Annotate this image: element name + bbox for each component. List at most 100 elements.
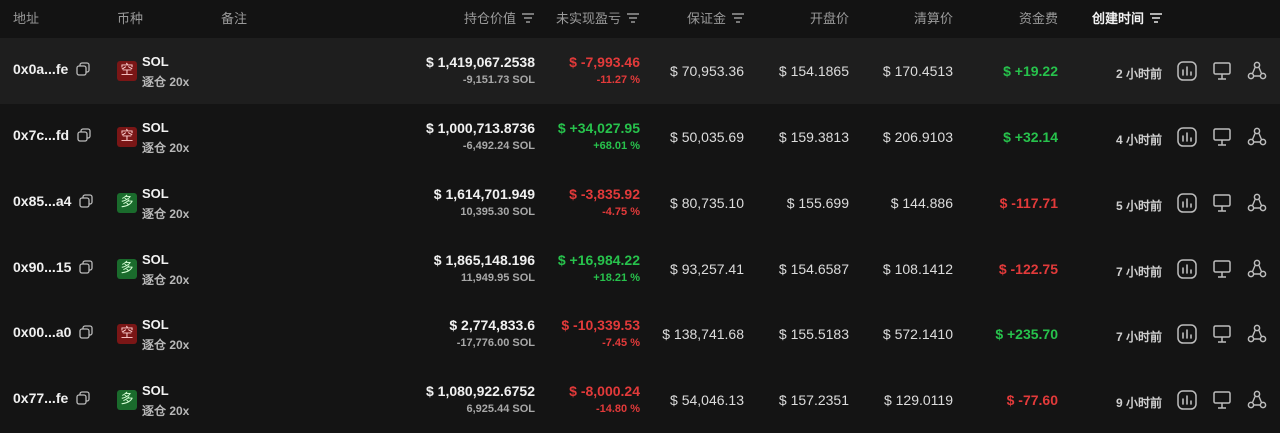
position-size: 10,395.30 SOL xyxy=(460,206,535,218)
position-value: $ 1,080,922.6752 xyxy=(426,383,535,399)
address-cell[interactable]: 0x7c...fd xyxy=(13,127,91,143)
chart-icon[interactable] xyxy=(1176,323,1198,345)
entry-price: $ 154.6587 xyxy=(778,261,849,277)
margin-value: $ 50,035.69 xyxy=(670,129,744,145)
unrealized-pnl-pct: +68.01 % xyxy=(593,140,640,152)
copy-icon[interactable] xyxy=(77,128,91,142)
header-funding: 资金费 xyxy=(1018,11,1058,26)
liq-price: $ 170.4513 xyxy=(882,63,953,79)
position-value: $ 1,000,713.8736 xyxy=(426,120,535,136)
copy-icon[interactable] xyxy=(79,260,94,274)
share-icon[interactable] xyxy=(1246,192,1268,214)
chart-icon[interactable] xyxy=(1176,192,1198,214)
position-size: 11,949.95 SOL xyxy=(461,272,535,284)
share-icon[interactable] xyxy=(1246,258,1268,280)
position-size: 6,925.44 SOL xyxy=(466,403,536,415)
monitor-icon[interactable] xyxy=(1211,389,1233,411)
funding-value: $ +19.22 xyxy=(1003,63,1058,79)
coin-name: SOL xyxy=(142,383,169,398)
unrealized-pnl: $ -8,000.24 xyxy=(569,383,640,399)
chart-icon[interactable] xyxy=(1176,60,1198,82)
side-badge: 多 xyxy=(117,193,137,213)
position-size: -9,151.73 SOL xyxy=(462,74,535,86)
address-text[interactable]: 0x77...fe xyxy=(13,390,68,406)
coin-name: SOL xyxy=(142,54,169,69)
entry-price: $ 155.5183 xyxy=(778,326,849,342)
table-row[interactable]: 0x0a...fe 空 SOL 逐仓 20x $ 1,419,067.2538 … xyxy=(0,38,1280,104)
funding-value: $ -122.75 xyxy=(998,261,1058,277)
funding-value: $ +32.14 xyxy=(1003,129,1058,145)
unrealized-pnl: $ -3,835.92 xyxy=(569,186,640,202)
address-text[interactable]: 0x85...a4 xyxy=(13,193,71,209)
table-header: 地址 币种 备注 持仓价值 未实现盈亏 保证金 开盘价 清算价 资金费 创建时间 xyxy=(0,0,1280,38)
address-text[interactable]: 0x7c...fd xyxy=(13,127,69,143)
share-icon[interactable] xyxy=(1246,60,1268,82)
copy-icon[interactable] xyxy=(76,391,90,405)
chart-icon[interactable] xyxy=(1176,258,1198,280)
copy-icon[interactable] xyxy=(79,194,94,208)
address-cell[interactable]: 0x77...fe xyxy=(13,390,90,406)
leverage-label: 逐仓 20x xyxy=(142,338,190,352)
funding-value: $ +235.70 xyxy=(995,326,1058,342)
header-liq-price: 清算价 xyxy=(913,11,953,26)
table-row[interactable]: 0x90...15 多 SOL 逐仓 20x $ 1,865,148.196 1… xyxy=(0,236,1280,302)
margin-value: $ 54,046.13 xyxy=(670,392,744,408)
copy-icon[interactable] xyxy=(79,325,94,339)
header-position-value[interactable]: 持仓价值 xyxy=(464,8,534,27)
share-icon[interactable] xyxy=(1246,323,1268,345)
created-time: 7 小时前 xyxy=(1115,265,1162,279)
unrealized-pnl: $ +16,984.22 xyxy=(557,252,640,268)
header-coin: 币种 xyxy=(117,11,144,26)
monitor-icon[interactable] xyxy=(1211,126,1233,148)
copy-icon[interactable] xyxy=(76,62,90,76)
position-value: $ 1,614,701.949 xyxy=(433,186,535,202)
side-badge: 多 xyxy=(117,259,137,279)
address-text[interactable]: 0x0a...fe xyxy=(13,61,68,77)
table-row[interactable]: 0x77...fe 多 SOL 逐仓 20x $ 1,080,922.6752 … xyxy=(0,367,1280,433)
monitor-icon[interactable] xyxy=(1211,323,1233,345)
side-badge: 空 xyxy=(117,127,137,147)
created-time: 7 小时前 xyxy=(1115,330,1162,344)
chart-icon[interactable] xyxy=(1176,126,1198,148)
monitor-icon[interactable] xyxy=(1211,258,1233,280)
position-value: $ 2,774,833.6 xyxy=(449,317,535,333)
address-cell[interactable]: 0x85...a4 xyxy=(13,193,94,209)
entry-price: $ 154.1865 xyxy=(778,63,849,79)
sort-icon[interactable] xyxy=(1150,12,1162,23)
header-margin[interactable]: 保证金 xyxy=(687,8,744,27)
monitor-icon[interactable] xyxy=(1211,192,1233,214)
liq-price: $ 108.1412 xyxy=(882,261,953,277)
table-row[interactable]: 0x85...a4 多 SOL 逐仓 20x $ 1,614,701.949 1… xyxy=(0,170,1280,236)
entry-price: $ 157.2351 xyxy=(778,392,849,408)
share-icon[interactable] xyxy=(1246,389,1268,411)
monitor-icon[interactable] xyxy=(1211,60,1233,82)
unrealized-pnl-pct: -11.27 % xyxy=(596,74,640,86)
address-cell[interactable]: 0x90...15 xyxy=(13,259,94,275)
position-size: -17,776.00 SOL xyxy=(456,337,535,349)
table-row[interactable]: 0x7c...fd 空 SOL 逐仓 20x $ 1,000,713.8736 … xyxy=(0,104,1280,170)
sort-icon[interactable] xyxy=(522,12,534,23)
unrealized-pnl-pct: +18.21 % xyxy=(593,272,640,284)
header-unrealized-pnl[interactable]: 未实现盈亏 xyxy=(556,8,639,27)
leverage-label: 逐仓 20x xyxy=(142,207,190,221)
sort-icon[interactable] xyxy=(627,12,639,23)
created-time: 9 小时前 xyxy=(1115,396,1162,410)
chart-icon[interactable] xyxy=(1176,389,1198,411)
side-badge: 多 xyxy=(117,390,137,410)
address-text[interactable]: 0x00...a0 xyxy=(13,324,71,340)
address-cell[interactable]: 0x0a...fe xyxy=(13,61,90,77)
share-icon[interactable] xyxy=(1246,126,1268,148)
header-created-time[interactable]: 创建时间 xyxy=(1092,8,1162,27)
header-note: 备注 xyxy=(221,11,248,26)
sort-icon[interactable] xyxy=(732,12,744,23)
address-text[interactable]: 0x90...15 xyxy=(13,259,71,275)
side-badge: 空 xyxy=(117,61,137,81)
coin-name: SOL xyxy=(142,120,169,135)
liq-price: $ 206.9103 xyxy=(882,129,953,145)
table-row[interactable]: 0x00...a0 空 SOL 逐仓 20x $ 2,774,833.6 -17… xyxy=(0,301,1280,367)
liq-price: $ 572.1410 xyxy=(882,326,953,342)
leverage-label: 逐仓 20x xyxy=(142,404,190,418)
created-time: 5 小时前 xyxy=(1115,199,1162,213)
address-cell[interactable]: 0x00...a0 xyxy=(13,324,94,340)
position-size: -6,492.24 SOL xyxy=(462,140,535,152)
